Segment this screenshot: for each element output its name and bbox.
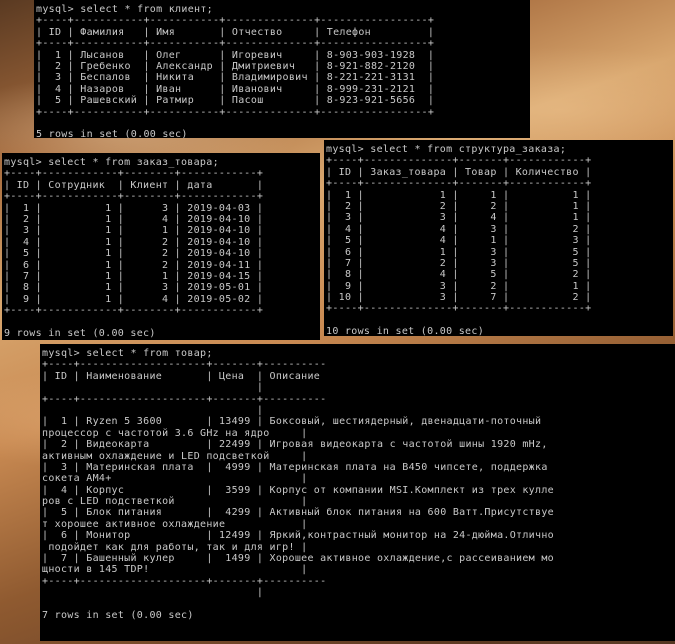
result-table-line: |: [42, 587, 264, 599]
result-table-line: +----+--------------------+-------+-----…: [42, 393, 327, 405]
result-table-line: | 3 | Беспалов | Никита | Владимирович |…: [36, 72, 435, 84]
result-table-line: | 2 | Гребенко | Александр | Дмитриевич …: [36, 60, 435, 72]
sql-command-line: mysql> select * from заказ_товара;: [4, 157, 219, 168]
result-table-line: | 5 | Рашевский | Ратмир | Пасош | 8-923…: [36, 95, 435, 107]
result-table-line: +----+-----------+-----------+----------…: [36, 15, 435, 27]
result-table-line: | 4 | Назаров | Иван | Иванович | 8-999-…: [36, 83, 435, 95]
console-window-product[interactable]: mysql> select * from товар; +----+-------…: [40, 344, 675, 641]
result-table-line: | 6 | 1 | 3 | 5 |: [326, 246, 592, 258]
result-table-line: | 6 | 1 | 2 | 2019-04-11 |: [4, 259, 264, 271]
result-table-line: | 4 | Корпус | 3599 | Корпус от компании…: [42, 484, 554, 496]
result-table-line: | 8 | 4 | 5 | 2 |: [326, 269, 592, 281]
console-window-order-structure[interactable]: mysql> select * from структура_заказа; +-…: [324, 140, 673, 336]
result-table-line: | 1 | 1 | 1 | 1 |: [326, 189, 592, 201]
result-table-line: | 2 | Видеокарта | 22499 | Игровая видео…: [42, 439, 548, 451]
result-table-line: | 4 | 4 | 3 | 2 |: [326, 223, 592, 235]
result-table-line: | 9 | 1 | 4 | 2019-05-02 |: [4, 293, 264, 305]
result-table-line: | 7 | 2 | 3 | 5 |: [326, 257, 592, 269]
result-table-line: | 10 | 3 | 7 | 2 |: [326, 292, 592, 304]
result-table-line: | ID | Фамилия | Имя | Отчество | Телефо…: [36, 26, 435, 38]
result-table-line: | 5 | Блок питания | 4299 | Активный бло…: [42, 507, 554, 519]
console-output: mysql> select * from структура_заказа; +-…: [324, 140, 673, 336]
result-table-line: | 3 | 1 | 1 | 2019-04-10 |: [4, 225, 264, 237]
result-table-line: +----+------------+--------+------------…: [4, 168, 264, 180]
result-table-line: щности в 145 TDP! |: [42, 564, 308, 576]
console-window-product-order[interactable]: mysql> select * from заказ_товара; +----+…: [2, 153, 320, 340]
result-table-line: +----+------------+--------+------------…: [4, 191, 264, 203]
result-table-line: подойдет как для работы, так и для игр! …: [42, 541, 308, 553]
result-table-line: | 6 | Монитор | 12499 | Яркий,контрастны…: [42, 530, 554, 542]
result-table-line: | 2 | 2 | 2 | 1 |: [326, 200, 592, 212]
result-table-line: т хорошее активное охлаждение |: [42, 518, 308, 530]
result-table-line: +----+--------------+-------+-----------…: [326, 155, 592, 167]
result-table-line: | 9 | 3 | 2 | 1 |: [326, 280, 592, 292]
result-table-line: |: [42, 404, 264, 416]
result-table-line: | 4 | 1 | 2 | 2019-04-10 |: [4, 236, 264, 248]
console-output: mysql> select * from заказ_товара; +----+…: [2, 153, 320, 339]
sql-command-line: mysql> select * from клиент;: [36, 4, 213, 15]
result-table-line: | 5 | 4 | 1 | 3 |: [326, 235, 592, 247]
result-table-line: ров с LED подстветкой |: [42, 496, 308, 508]
result-table-line: | ID | Сотрудник | Клиент | дата |: [4, 179, 264, 191]
result-table-line: | 1 | Ryzen 5 3600 | 13499 | Боксовый, ш…: [42, 416, 542, 428]
result-table-line: | 2 | 1 | 4 | 2019-04-10 |: [4, 213, 264, 225]
result-table-line: | ID | Наименование | Цена | Описание: [42, 370, 321, 382]
result-table-line: | 3 | 3 | 4 | 1 |: [326, 212, 592, 224]
result-table-line: +----+--------------------+-------+-----…: [42, 575, 327, 587]
result-table-line: | 1 | 1 | 3 | 2019-04-03 |: [4, 202, 264, 214]
result-table-line: +----+-----------+-----------+----------…: [36, 106, 435, 118]
result-table-line: +----+------------+--------+------------…: [4, 305, 264, 317]
result-table-line: | ID | Заказ_товара | Товар | Количество…: [326, 166, 592, 178]
result-table-line: | 7 | 1 | 1 | 2019-04-15 |: [4, 270, 264, 282]
result-table-line: | 7 | Башенный кулер | 1499 | Хорошее ак…: [42, 553, 554, 565]
rows-in-set-status: 5 rows in set (0.00 sec): [36, 129, 188, 138]
result-table-line: активным охлаждение и LED подсветкой |: [42, 450, 308, 462]
result-table-line: | 5 | 1 | 2 | 2019-04-10 |: [4, 248, 264, 260]
rows-in-set-status: 7 rows in set (0.00 sec): [42, 609, 194, 621]
result-table-line: | 3 | Материнская плата | 4999 | Материн…: [42, 461, 548, 473]
result-table-line: сокета AM4+ |: [42, 473, 308, 485]
sql-command-line: mysql> select * from структура_заказа;: [326, 144, 567, 155]
console-output: mysql> select * from товар; +----+-------…: [40, 344, 675, 621]
result-table-line: процессор с частотой 3.6 GHz на ядро |: [42, 427, 308, 439]
result-table-line: +----+--------------+-------+-----------…: [326, 303, 592, 315]
result-table-line: +----+-----------+-----------+----------…: [36, 38, 435, 50]
rows-in-set-status: 9 rows in set (0.00 sec): [4, 327, 156, 339]
console-output: mysql> select * from клиент; +----+------…: [34, 0, 530, 138]
result-table-line: | 1 | Лысанов | Олег | Игоревич | 8-903-…: [36, 49, 435, 61]
sql-command-line: mysql> select * from товар;: [42, 348, 213, 359]
result-table-line: |: [42, 382, 264, 394]
rows-in-set-status: 10 rows in set (0.00 sec): [326, 326, 485, 336]
console-window-client[interactable]: mysql> select * from клиент; +----+------…: [34, 0, 530, 138]
result-table-line: +----+--------------+-------+-----------…: [326, 178, 592, 190]
result-table-line: +----+--------------------+-------+-----…: [42, 359, 327, 371]
result-table-line: | 8 | 1 | 3 | 2019-05-01 |: [4, 282, 264, 294]
